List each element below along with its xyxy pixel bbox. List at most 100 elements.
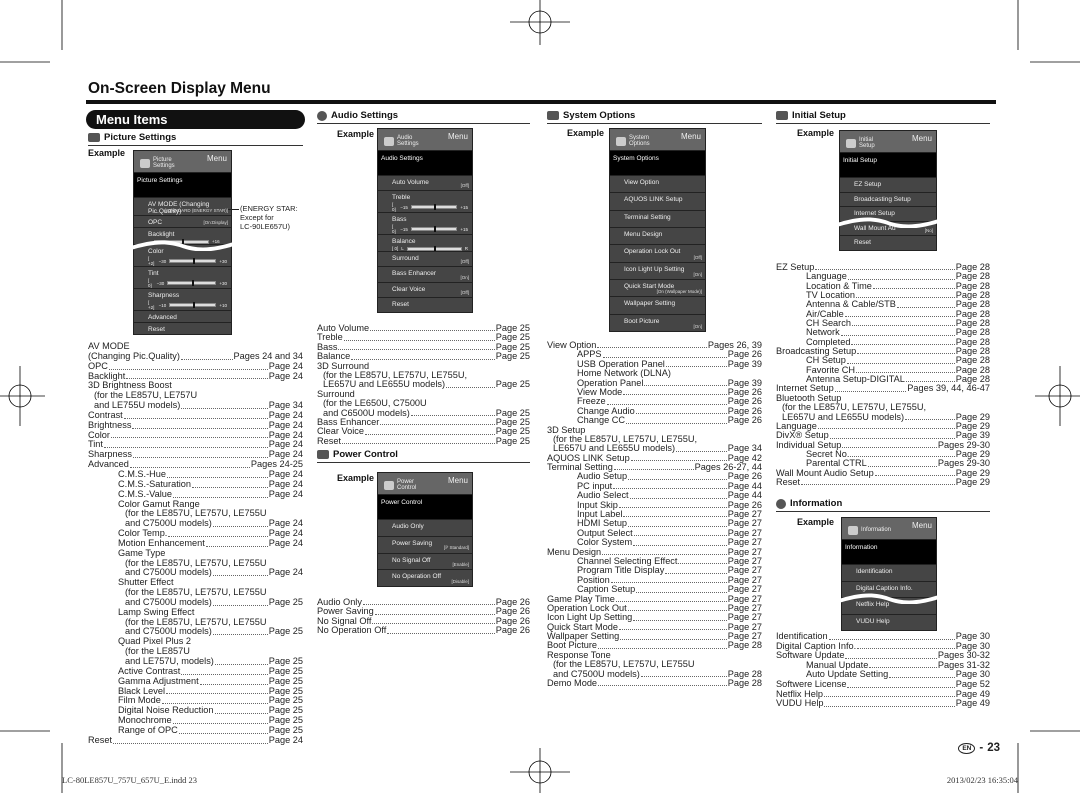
monitor-icon [776,111,788,120]
menu-row: Terminal Setting [610,209,705,227]
menu-category-title: Initial Setup [840,153,936,177]
dot-leader [618,629,727,631]
entry-page: Page 25 [268,596,303,607]
page-title: On-Screen Display Menu [88,80,271,97]
menu-row: Balance[ 0] L R [378,234,472,252]
menu-row: Icon Light Up Setting [On] [610,261,705,279]
break-wave [836,593,942,604]
dot-leader [627,610,727,612]
menu-row-label: Reset [148,326,165,333]
menu-row-label: Icon Light Up Setting [624,265,685,273]
menu-row: No Signal Off [Enable] [378,552,472,570]
menu-header-line: Information [861,526,892,533]
dot-leader [829,437,955,439]
heading-label: Information [790,498,843,509]
menu-row: Surround [Off] [378,251,472,267]
example-label: Example [797,128,835,138]
menu-row-slider: [ 0] −30 +30 [148,278,227,288]
menu-row-label: Tint [148,270,159,277]
dot-leader [212,526,268,528]
slider-current: [ +2] [148,256,155,266]
dot-leader [606,403,727,405]
dot-leader [847,278,955,280]
dot-leader [630,460,727,462]
dot-leader [167,476,268,478]
menu-row: AQUOS LINK Setup [610,192,705,210]
page-number: EN - 23 [958,742,1000,754]
slider-max: +15 [460,204,468,210]
dot-leader [817,428,955,430]
callout-line [228,209,239,210]
system-options-menu-example: System Options Menu System Options View Opti… [609,128,706,332]
menu-label: Menu [206,154,227,163]
index-entry: Demo Mode Page 28 [547,678,762,688]
menu-row-label: Identification [856,568,893,575]
slider-max: +30 [219,258,227,264]
initial-setup-index: EZ Setup Page 28 Language Page 28 Location &… [776,262,990,487]
menu-row-label: Balance [392,238,416,246]
menu-header-title: Power Control [384,476,416,494]
menu-row-label: View Option [624,179,659,186]
footer-filename: LC-80LE857U_757U_657U_E.indd 23 [62,775,198,785]
dot-leader [633,544,727,546]
menu-row-value: [Off] [460,183,469,189]
menu-label: Menu [911,521,932,530]
audio-settings-heading: Audio Settings [317,110,530,124]
dot-leader [844,316,955,318]
slider-current: [ 0] [392,202,396,213]
menu-row-value: [On] [693,271,702,277]
menu-label: Menu [447,476,468,485]
audio-settings-index: Auto Volume Page 25 Treble Page 25 Bass Page … [317,323,530,446]
dot-leader [364,433,495,435]
initial-setup-menu-example: Initial Setup Menu Initial Setup EZ Setup Bro… [834,130,942,251]
menu-header-title: Initial Setup [846,134,875,152]
dot-leader [801,484,955,486]
menu-row-slider: [ +2] −30 +30 [148,256,227,266]
menu-row: Quick Start Mode [On (Wallpaper Mode)] [610,278,705,297]
slider-bar [167,280,217,286]
menu-row-value: [Off] [460,259,469,265]
dot-leader [410,414,495,416]
menu-row: Auto Volume [Off] [378,175,472,191]
picture-menu-icon [140,158,150,168]
menu-items-heading: Menu Items [86,110,305,129]
dot-leader [172,496,268,498]
dot-leader [132,427,268,429]
menu-row: Operation Lock Out [Off] [610,244,705,262]
entry-page: Page 39 [727,358,762,369]
dot-leader [103,447,268,449]
dot-leader [380,424,495,426]
dot-leader [597,347,707,349]
picture-settings-menu-example: Picture Settings Menu Picture Settings AV MO… [128,150,237,335]
example-label: Example [337,473,375,483]
information-heading: Information [776,498,990,512]
example-label: Example [337,129,375,139]
dot-leader [123,417,268,419]
menu-row: Advanced [134,310,231,322]
power-menu-icon [384,480,394,490]
menu-header-line: Control [397,485,417,491]
slider-current: [ 0] [148,278,152,288]
entry-page: Page 24 [268,370,303,381]
menu-row-value: [On:Display] [203,220,228,225]
menu-header: Power Control Menu [378,473,472,495]
slider-min: −10 [158,302,167,308]
dot-leader [905,381,955,383]
entry-label: Reset [88,734,113,745]
menu-row-value: [On] [693,323,702,329]
dot-leader [676,450,727,452]
entry-label: No Operation Off [317,625,387,636]
dot-leader [842,446,937,448]
menu-row-value: [STANDARD (ENERGY STAR)] [164,208,228,213]
menu-row: Digital Caption Info. [836,580,942,604]
slider-min: −30 [156,280,165,286]
dot-leader [629,497,727,499]
entry-label: Reset [317,435,342,446]
dot-leader [889,676,955,678]
menu-row: Audio Only [378,519,472,536]
menu-row-label: Bass [392,216,407,224]
dot-leader [665,366,727,368]
entry-page: Page 26 [495,625,530,636]
dot-leader [857,353,955,355]
dot-leader [850,456,955,458]
